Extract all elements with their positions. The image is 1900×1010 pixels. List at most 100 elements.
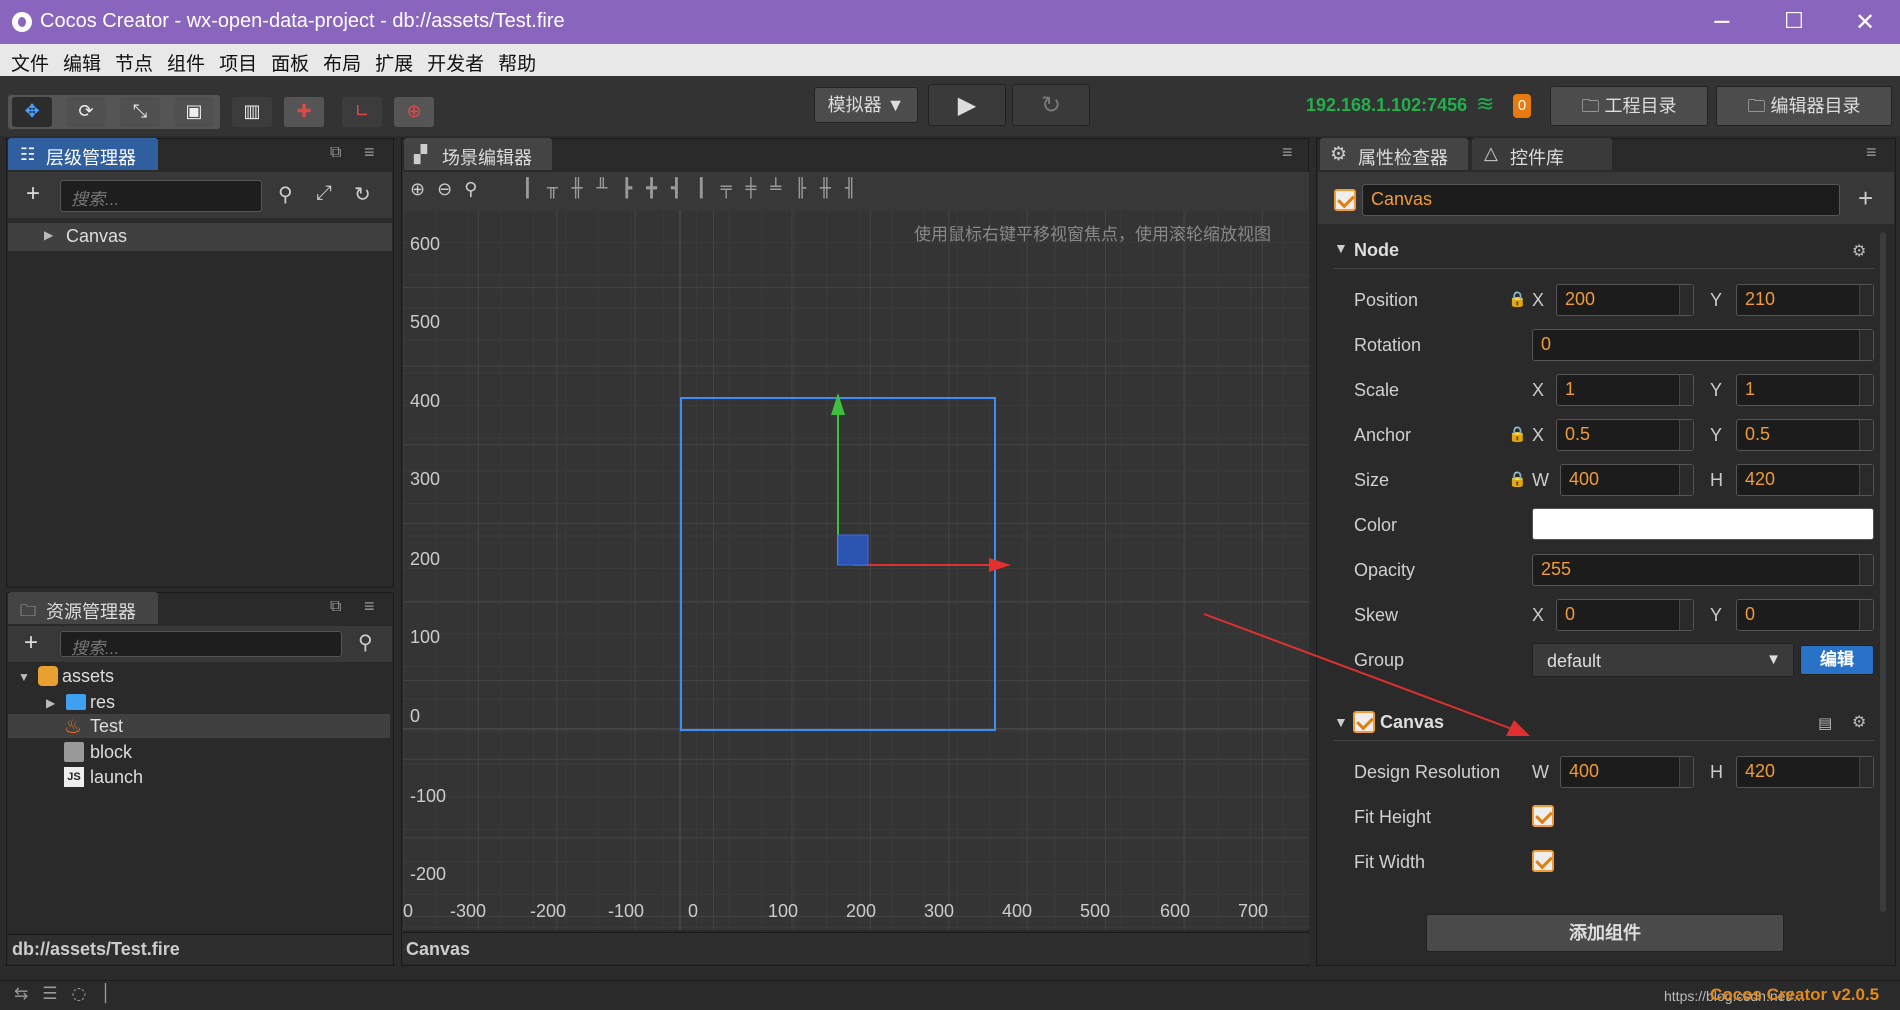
node-active-checkbox[interactable] (1334, 189, 1356, 211)
size-h-input[interactable]: 420 (1736, 464, 1874, 496)
search-icon[interactable]: ⚲ (278, 182, 293, 207)
scale-y-input[interactable]: 1 (1736, 374, 1874, 406)
node-name-input[interactable]: Canvas (1362, 184, 1840, 216)
stepper[interactable] (1859, 465, 1873, 495)
align-tool-icons[interactable]: ┃╥╫╨┣╋┫┃╤╪╧╟╫╢ (522, 178, 870, 199)
notification-badge[interactable]: 0 (1513, 94, 1531, 118)
menu-component[interactable]: 组件 (167, 44, 205, 76)
scene-viewport[interactable] (403, 210, 1309, 930)
add-component-button[interactable]: 添加组件 (1426, 914, 1784, 952)
inspector-scrollbar[interactable] (1880, 232, 1886, 912)
skew-x-input[interactable]: 0 (1556, 599, 1694, 631)
skew-y-input[interactable]: 0 (1736, 599, 1874, 631)
asset-item-launch[interactable]: launch (90, 767, 143, 788)
stepper[interactable] (1859, 375, 1873, 405)
play-icon[interactable]: ▶ (928, 84, 1006, 126)
lock-icon[interactable]: 🔒 (1508, 290, 1527, 308)
opacity-input[interactable]: 255 (1532, 554, 1874, 586)
anchor-y-input[interactable]: 0.5 (1736, 419, 1874, 451)
project-dir-button[interactable]: 🗀 工程目录 (1550, 86, 1708, 126)
menu-extension[interactable]: 扩展 (375, 44, 413, 76)
lock-icon[interactable]: 🔒 (1508, 470, 1527, 488)
stepper[interactable] (1679, 757, 1693, 787)
close-button[interactable]: ✕ (1845, 6, 1885, 38)
scale-x-input[interactable]: 1 (1556, 374, 1694, 406)
asset-item-assets[interactable]: assets (62, 666, 114, 687)
stepper[interactable] (1859, 757, 1873, 787)
menu-panel[interactable]: 面板 (271, 44, 309, 76)
y-axis-arrow-icon[interactable] (831, 393, 845, 415)
menu-developer[interactable]: 开发者 (427, 44, 484, 76)
popout-icon[interactable]: ⧉ (330, 598, 341, 616)
stepper[interactable] (1679, 600, 1693, 630)
x-axis-arrow-icon[interactable] (989, 558, 1011, 572)
rotate-tool-icon[interactable]: ⟳ (66, 97, 106, 127)
edit-group-button[interactable]: 编辑 (1800, 645, 1874, 675)
lock-icon[interactable]: 🔒 (1508, 425, 1527, 443)
fit-width-checkbox[interactable] (1532, 850, 1554, 872)
panel-menu-icon[interactable]: ≡ (364, 596, 375, 617)
panel-menu-icon[interactable]: ≡ (364, 142, 375, 163)
status-icons[interactable]: ⇆☰◌│ (14, 984, 125, 1004)
menu-node[interactable]: 节点 (115, 44, 153, 76)
menu-file[interactable]: 文件 (11, 44, 49, 76)
scale-tool-icon[interactable]: ⤡ (120, 97, 160, 127)
stepper[interactable] (1679, 375, 1693, 405)
position-y-input[interactable]: 210 (1736, 284, 1874, 316)
node-section-title[interactable]: Node (1354, 240, 1399, 261)
refresh-icon[interactable]: ↻ (354, 182, 371, 207)
panel-menu-icon[interactable]: ≡ (1866, 142, 1877, 163)
maximize-button[interactable]: ☐ (1774, 6, 1814, 38)
add-icon[interactable]: + (1858, 183, 1873, 214)
stepper[interactable] (1679, 285, 1693, 315)
search-icon[interactable]: ⚲ (358, 630, 373, 655)
assets-search-input[interactable]: 搜索... (60, 631, 342, 658)
menu-layout[interactable]: 布局 (323, 44, 361, 76)
fit-height-checkbox[interactable] (1532, 805, 1554, 827)
expand-arrow-icon[interactable]: ▶ (44, 228, 53, 242)
popout-icon[interactable]: ⧉ (330, 144, 341, 162)
zoom-controls[interactable]: ⊕⊖⚲ (410, 179, 489, 200)
stepper[interactable] (1859, 555, 1873, 585)
gear-icon[interactable]: ⚙ (1852, 712, 1866, 732)
help-book-icon[interactable]: ▤ (1818, 714, 1832, 732)
global-coord-icon[interactable]: ⊕ (394, 97, 434, 127)
stepper[interactable] (1859, 285, 1873, 315)
menu-help[interactable]: 帮助 (498, 44, 536, 76)
collapse-arrow-icon[interactable]: ▼ (18, 670, 30, 684)
size-w-input[interactable]: 400 (1560, 464, 1694, 496)
anchor-x-input[interactable]: 0.5 (1556, 419, 1694, 451)
editor-dir-button[interactable]: 🗀 编辑器目录 (1716, 86, 1892, 126)
rect-tool-icon[interactable]: ▣ (174, 97, 214, 127)
add-node-icon[interactable]: + (26, 180, 40, 208)
gear-icon[interactable]: ⚙ (1852, 241, 1866, 261)
stepper[interactable] (1679, 465, 1693, 495)
menu-project[interactable]: 项目 (219, 44, 257, 76)
design-w-input[interactable]: 400 (1560, 756, 1694, 788)
position-x-input[interactable]: 200 (1556, 284, 1694, 316)
align-icon[interactable]: ▥ (232, 97, 272, 127)
design-h-input[interactable]: 420 (1736, 756, 1874, 788)
expand-icon[interactable]: ⤢ (316, 182, 332, 205)
move-handle[interactable] (837, 534, 869, 566)
asset-item-res[interactable]: res (90, 692, 115, 713)
panel-menu-icon[interactable]: ≡ (1282, 142, 1293, 163)
group-dropdown[interactable]: default ▼ (1532, 643, 1794, 677)
stepper[interactable] (1679, 420, 1693, 450)
move-tool-icon[interactable]: ✥ (12, 97, 52, 127)
stepper[interactable] (1859, 330, 1873, 360)
stepper[interactable] (1859, 420, 1873, 450)
rotation-input[interactable]: 0 (1532, 329, 1874, 361)
color-swatch[interactable] (1532, 508, 1874, 540)
local-coord-icon[interactable]: ∟ (342, 97, 382, 127)
asset-item-block[interactable]: block (90, 742, 132, 763)
menu-edit[interactable]: 编辑 (63, 44, 101, 76)
pivot-icon[interactable]: ✚ (284, 97, 324, 127)
tree-item-canvas[interactable]: Canvas (66, 226, 127, 247)
asset-item-test[interactable]: Test (90, 716, 123, 737)
expand-arrow-icon[interactable]: ▶ (46, 696, 55, 710)
preview-ip[interactable]: 192.168.1.102:7456 (1306, 95, 1467, 116)
hierarchy-search-input[interactable]: 搜索... (60, 180, 262, 212)
stepper[interactable] (1859, 600, 1873, 630)
add-asset-icon[interactable]: + (24, 629, 38, 657)
